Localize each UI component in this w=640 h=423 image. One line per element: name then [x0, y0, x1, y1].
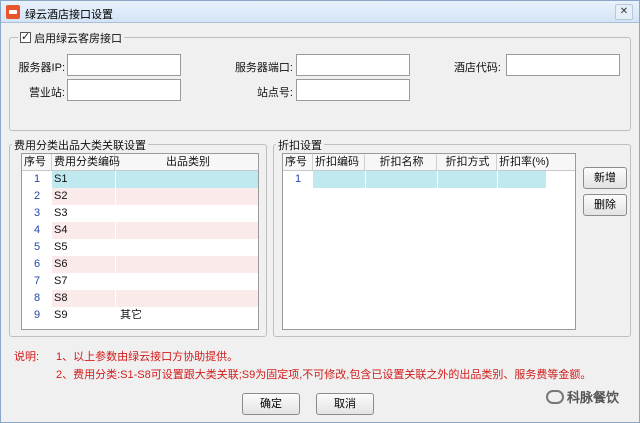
category-cell[interactable]: [116, 205, 258, 222]
table-row[interactable]: 6 S6: [22, 256, 258, 273]
fee-code-cell: S2: [52, 188, 115, 205]
fee-code-cell: S6: [52, 256, 115, 273]
delete-discount-button[interactable]: 删除: [583, 194, 627, 216]
column-header-category: 出品类别: [115, 154, 258, 171]
business-station-input[interactable]: [67, 79, 181, 101]
column-header-discount-method: 折扣方式: [437, 154, 497, 171]
category-cell[interactable]: [116, 239, 258, 256]
category-cell[interactable]: [116, 273, 258, 290]
column-header-fee-code: 费用分类编码: [52, 154, 120, 171]
server-port-label: 服务器端口:: [234, 62, 293, 74]
row-number: 9: [33, 309, 41, 321]
fee-code-cell: S3: [52, 205, 115, 222]
column-header-discount-code: 折扣编码: [313, 154, 365, 171]
table-row[interactable]: 9 S9 其它: [22, 307, 258, 324]
discount-code-cell[interactable]: [313, 171, 365, 188]
discount-group-title: 折扣设置: [276, 137, 324, 153]
note-line-2: 2、费用分类:S1-S8可设置跟大类关联;S9为固定项,不可修改,包含已设置关联…: [56, 369, 592, 381]
server-port-input[interactable]: [296, 54, 410, 76]
close-icon: ✕: [619, 6, 629, 17]
discount-table-header: 序号 折扣编码 折扣名称 折扣方式 折扣率(%): [283, 154, 575, 171]
row-number: 6: [33, 258, 41, 270]
category-cell[interactable]: 其它: [116, 307, 258, 324]
row-number: 5: [33, 241, 41, 253]
site-no-label: 站点号:: [256, 87, 293, 99]
title-bar: 绿云酒店接口设置 ✕: [1, 1, 639, 23]
table-row[interactable]: 5 S5: [22, 239, 258, 256]
app-icon: [6, 5, 20, 19]
fee-code-cell: S4: [52, 222, 115, 239]
enable-interface-checkbox-row[interactable]: ✓ 启用绿云客房接口: [18, 30, 125, 46]
row-number: 2: [33, 190, 41, 202]
category-cell[interactable]: [116, 188, 258, 205]
table-row[interactable]: 7 S7: [22, 273, 258, 290]
table-row[interactable]: 1 S1: [22, 171, 258, 188]
cancel-button[interactable]: 取消: [316, 393, 374, 415]
discount-rate-cell[interactable]: [498, 171, 546, 188]
note-line-1: 1、以上参数由绿云接口方协助提供。: [56, 351, 239, 363]
wechat-icon: [545, 390, 564, 404]
table-row[interactable]: 8 S8: [22, 290, 258, 307]
row-number: 8: [33, 292, 41, 304]
column-header-no: 序号: [283, 154, 313, 171]
enable-interface-checkbox[interactable]: ✓: [20, 31, 31, 43]
category-table-header: 序号 费用分类编码 出品类别: [22, 154, 258, 171]
row-number: 1: [33, 173, 41, 185]
fee-code-cell: S9: [52, 307, 115, 324]
fee-code-cell: S1: [52, 171, 115, 188]
window-title: 绿云酒店接口设置: [25, 9, 113, 21]
column-header-no: 序号: [22, 154, 52, 171]
fee-code-cell: S5: [52, 239, 115, 256]
row-number: 1: [283, 171, 313, 188]
add-discount-button[interactable]: 新增: [583, 167, 627, 189]
table-row[interactable]: 1: [283, 171, 575, 188]
column-header-discount-name: 折扣名称: [365, 154, 437, 171]
settings-window: 绿云酒店接口设置 ✕ ✓ 启用绿云客房接口 服务器IP: 服务器端口: 酒店代码…: [0, 0, 640, 423]
category-link-table[interactable]: 序号 费用分类编码 出品类别 1 S1 2 S2 3 S3 4 S4 5 S5 6 S6 7 S7 8 S8 9…: [21, 153, 259, 330]
server-ip-input[interactable]: [67, 54, 181, 76]
category-cell[interactable]: [116, 256, 258, 273]
fee-code-cell: S7: [52, 273, 115, 290]
business-station-label: 营业站:: [28, 87, 65, 99]
watermark-text: 科脉餐饮: [566, 390, 619, 405]
row-number: 3: [33, 207, 41, 219]
close-button[interactable]: ✕: [615, 4, 633, 20]
category-cell[interactable]: [116, 290, 258, 307]
category-cell[interactable]: [116, 222, 258, 239]
category-cell[interactable]: [116, 171, 258, 188]
checkmark-icon: ✓: [21, 31, 31, 43]
row-number: 4: [33, 224, 41, 236]
category-link-group-title: 费用分类出品大类关联设置: [12, 137, 148, 153]
table-row[interactable]: 3 S3: [22, 205, 258, 222]
ok-button[interactable]: 确定: [242, 393, 300, 415]
table-row[interactable]: 2 S2: [22, 188, 258, 205]
table-row[interactable]: 4 S4: [22, 222, 258, 239]
column-header-discount-rate: 折扣率(%): [497, 154, 575, 171]
notes-prefix: 说明:: [14, 351, 40, 363]
enable-interface-label: 启用绿云客房接口: [34, 33, 123, 45]
hotel-code-input[interactable]: [506, 54, 620, 76]
discount-table[interactable]: 序号 折扣编码 折扣名称 折扣方式 折扣率(%) 1: [282, 153, 576, 330]
discount-name-cell[interactable]: [366, 171, 437, 188]
fee-code-cell: S8: [52, 290, 115, 307]
site-no-input[interactable]: [296, 79, 410, 101]
row-number: 7: [33, 275, 41, 287]
server-ip-label: 服务器IP:: [18, 62, 65, 74]
hotel-code-label: 酒店代码:: [453, 62, 501, 74]
watermark: 科脉餐饮: [545, 387, 619, 406]
discount-method-cell[interactable]: [438, 171, 497, 188]
